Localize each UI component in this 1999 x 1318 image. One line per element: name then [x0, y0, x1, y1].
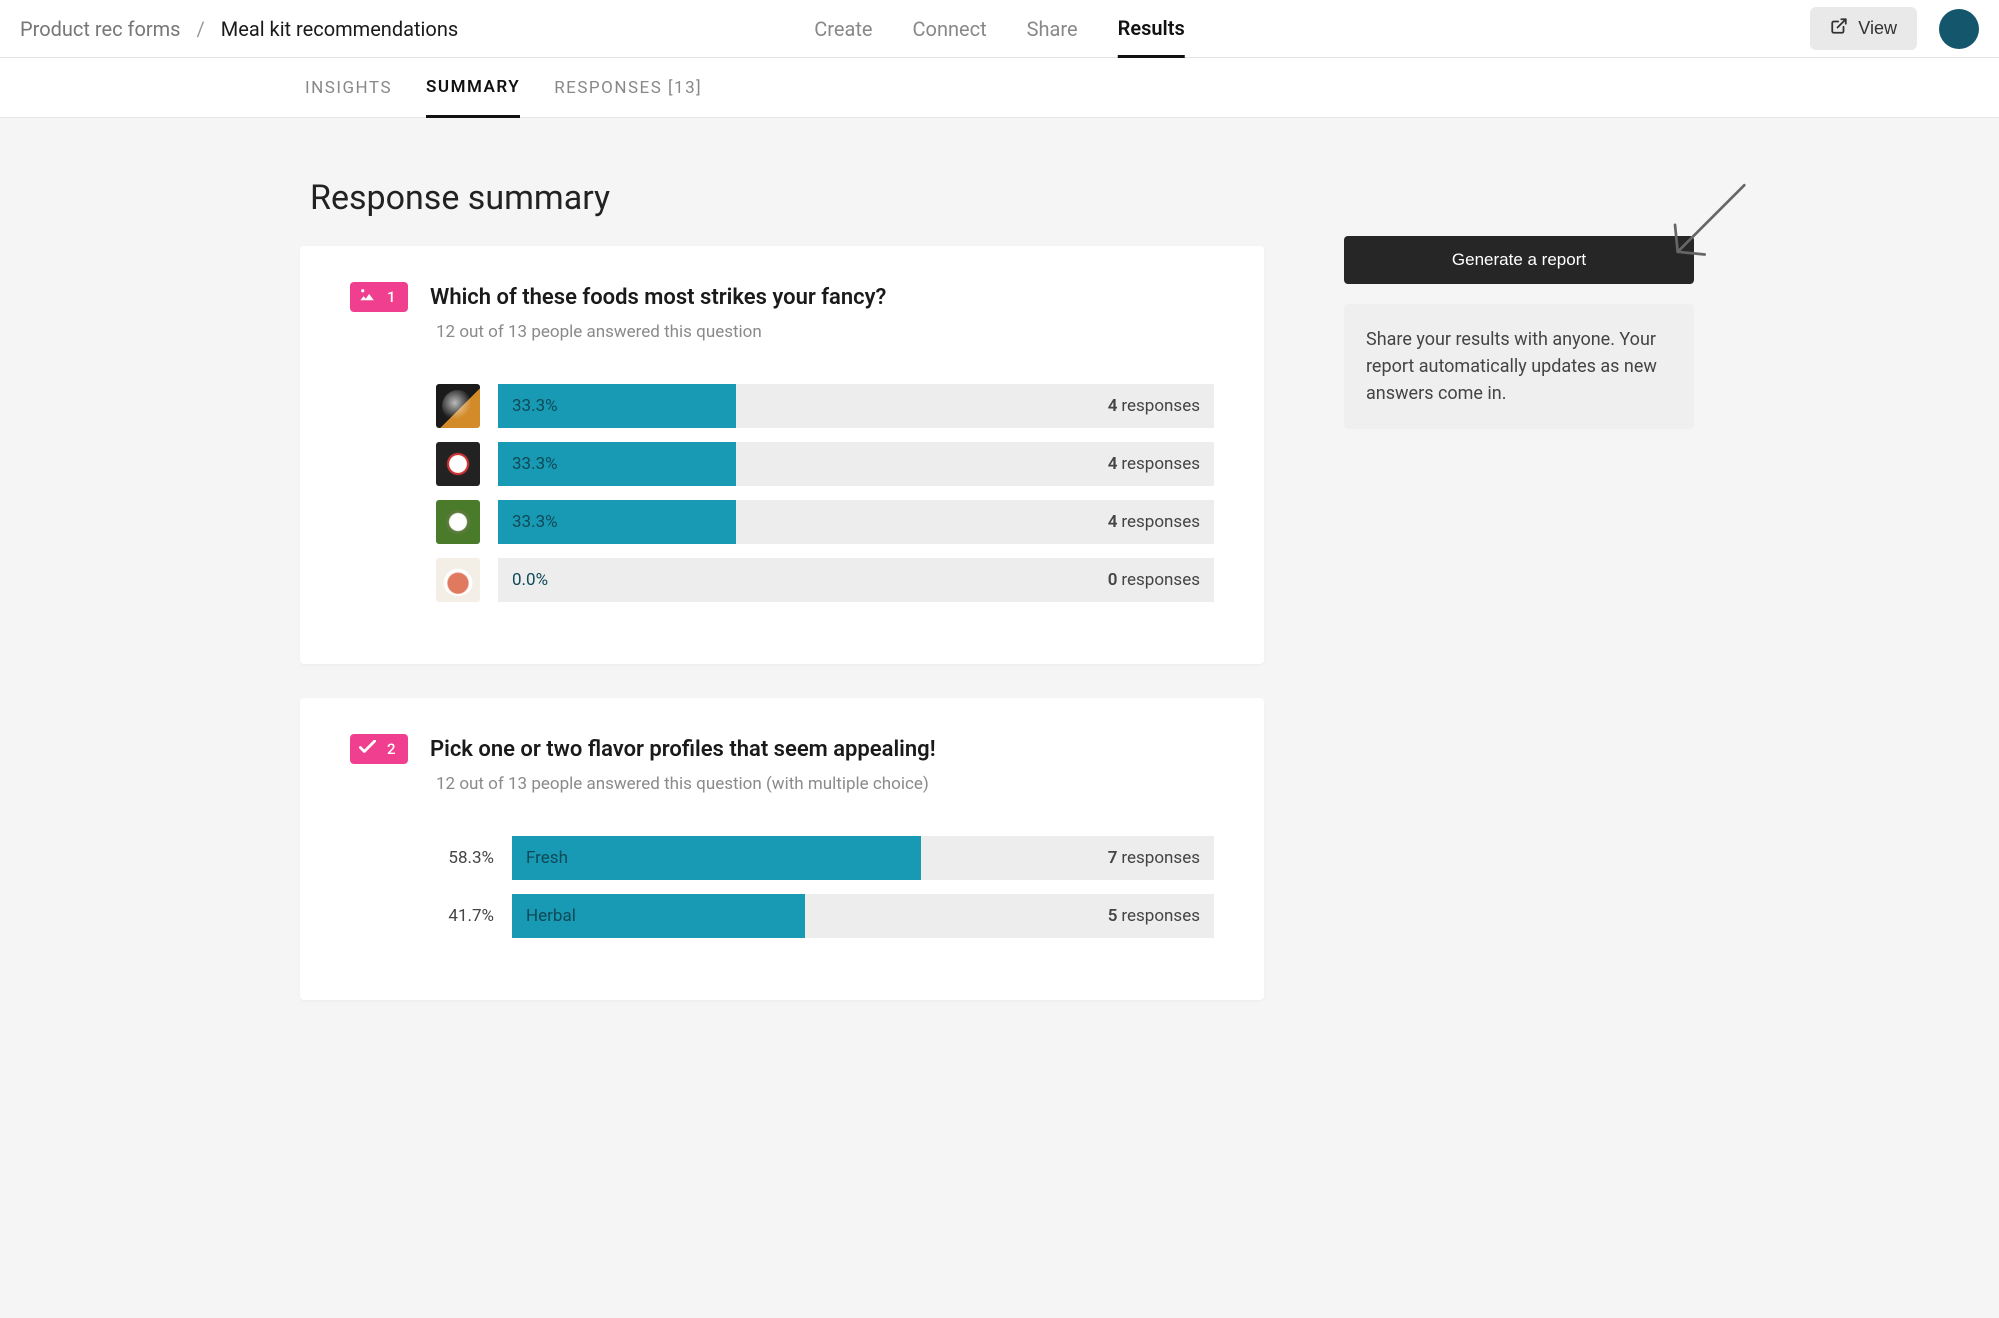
- tab-share[interactable]: Share: [1027, 0, 1078, 57]
- option-thumbnail[interactable]: [436, 442, 480, 486]
- subtab-responses[interactable]: RESPONSES [13]: [554, 58, 702, 117]
- option-bar[interactable]: 0.0% 0responses: [498, 558, 1214, 602]
- question-number: 2: [387, 740, 396, 758]
- header-right: View: [1810, 7, 1979, 50]
- generate-report-button[interactable]: Generate a report: [1344, 236, 1694, 284]
- option-row: 33.3% 4responses: [436, 384, 1214, 428]
- primary-tabs: Create Connect Share Results: [814, 0, 1184, 57]
- question-subtitle: 12 out of 13 people answered this questi…: [436, 774, 1214, 794]
- option-label: Fresh: [526, 848, 568, 868]
- option-bar[interactable]: Herbal 5responses: [512, 894, 1214, 938]
- question-options: 58.3% Fresh 7responses 41.7%: [436, 836, 1214, 938]
- option-label: Herbal: [526, 906, 576, 926]
- external-link-icon: [1830, 17, 1848, 40]
- subtab-summary[interactable]: SUMMARY: [426, 59, 520, 118]
- annotation-arrow-icon: [1659, 178, 1754, 268]
- option-responses: 0responses: [1108, 570, 1200, 590]
- option-responses: 4responses: [1108, 396, 1200, 416]
- avatar[interactable]: [1939, 9, 1979, 49]
- option-row: 33.3% 4responses: [436, 500, 1214, 544]
- question-header: 2 Pick one or two flavor profiles that s…: [350, 734, 1214, 764]
- page-body: Response summary 1 Which of these foods …: [0, 118, 1999, 1318]
- option-row: 33.3% 4responses: [436, 442, 1214, 486]
- top-header: Product rec forms / Meal kit recommendat…: [0, 0, 1999, 58]
- question-title: Pick one or two flavor profiles that see…: [430, 737, 936, 762]
- option-thumbnail[interactable]: [436, 558, 480, 602]
- option-responses: 7responses: [1108, 848, 1200, 868]
- check-icon: [358, 740, 377, 759]
- option-percent: 33.3%: [512, 454, 558, 474]
- option-bar[interactable]: 33.3% 4responses: [498, 384, 1214, 428]
- option-percent: 41.7%: [436, 906, 494, 926]
- report-tip: Share your results with anyone. Your rep…: [1344, 304, 1694, 429]
- breadcrumb: Product rec forms / Meal kit recommendat…: [20, 17, 458, 41]
- option-thumbnail[interactable]: [436, 384, 480, 428]
- main-column: Response summary 1 Which of these foods …: [300, 158, 1264, 1034]
- option-thumbnail[interactable]: [436, 500, 480, 544]
- picture-choice-icon: [358, 288, 377, 307]
- question-subtitle: 12 out of 13 people answered this questi…: [436, 322, 1214, 342]
- question-badge: 2: [350, 734, 408, 764]
- option-responses: 4responses: [1108, 454, 1200, 474]
- option-bar[interactable]: Fresh 7responses: [512, 836, 1214, 880]
- question-card-2: 2 Pick one or two flavor profiles that s…: [300, 698, 1264, 1000]
- option-responses: 4responses: [1108, 512, 1200, 532]
- question-number: 1: [387, 288, 396, 306]
- tab-create[interactable]: Create: [814, 0, 872, 57]
- tab-connect[interactable]: Connect: [913, 0, 987, 57]
- page-title: Response summary: [310, 178, 1264, 218]
- question-header: 1 Which of these foods most strikes your…: [350, 282, 1214, 312]
- option-bar[interactable]: 33.3% 4responses: [498, 442, 1214, 486]
- content-wrap: Response summary 1 Which of these foods …: [300, 158, 1999, 1034]
- breadcrumb-parent[interactable]: Product rec forms: [20, 17, 181, 41]
- breadcrumb-current: Meal kit recommendations: [221, 17, 458, 41]
- tab-results[interactable]: Results: [1118, 1, 1185, 58]
- option-percent: 33.3%: [512, 396, 558, 416]
- option-percent: 33.3%: [512, 512, 558, 532]
- breadcrumb-separator: /: [197, 17, 205, 41]
- question-options: 33.3% 4responses 33.3% 4response: [436, 384, 1214, 602]
- option-percent: 0.0%: [512, 570, 548, 590]
- sub-tabs: INSIGHTS SUMMARY RESPONSES [13]: [0, 58, 1999, 118]
- subtab-insights[interactable]: INSIGHTS: [305, 58, 392, 117]
- option-percent: 58.3%: [436, 848, 494, 868]
- side-column: Generate a report Share your results wit…: [1344, 236, 1694, 429]
- view-button-label: View: [1858, 18, 1897, 39]
- question-title: Which of these foods most strikes your f…: [430, 285, 886, 310]
- view-button[interactable]: View: [1810, 7, 1917, 50]
- option-row: 41.7% Herbal 5responses: [436, 894, 1214, 938]
- option-row: 0.0% 0responses: [436, 558, 1214, 602]
- option-bar[interactable]: 33.3% 4responses: [498, 500, 1214, 544]
- option-row: 58.3% Fresh 7responses: [436, 836, 1214, 880]
- question-badge: 1: [350, 282, 408, 312]
- question-card-1: 1 Which of these foods most strikes your…: [300, 246, 1264, 664]
- option-responses: 5responses: [1108, 906, 1200, 926]
